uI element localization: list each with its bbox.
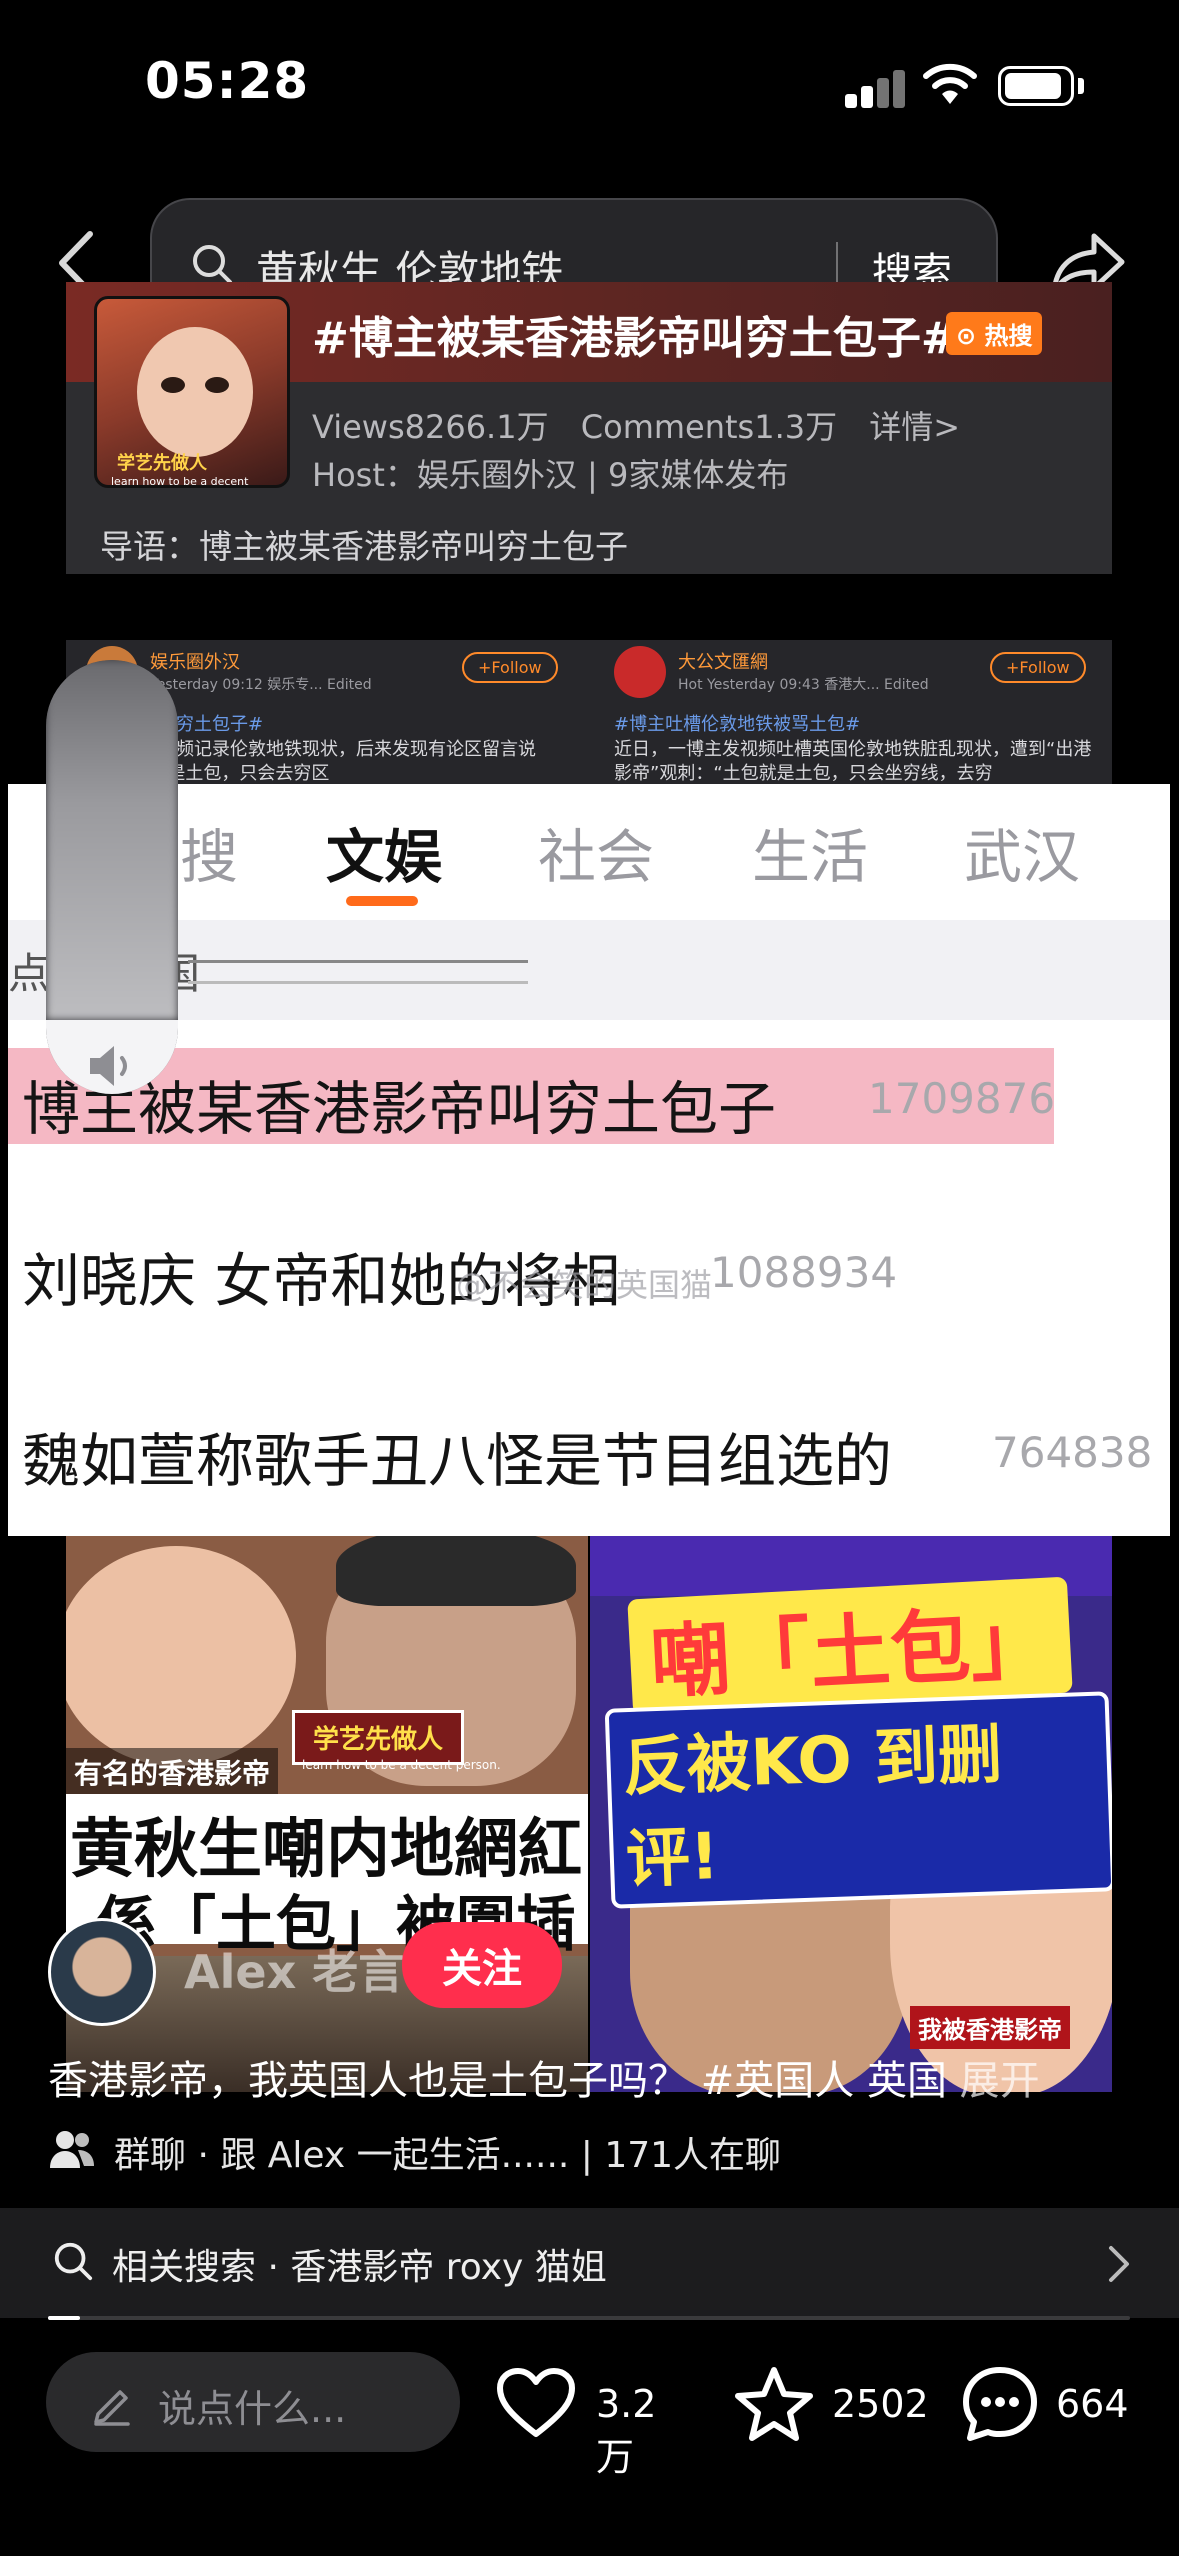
topic-host: Host：娱乐圈外汉 | 9家媒体发布	[312, 456, 789, 494]
group-icon	[50, 2131, 94, 2168]
author-avatar[interactable]	[48, 1918, 156, 2026]
trend-row[interactable]: 刘晓庆 女帝和她的将相 1088934	[8, 1234, 1170, 1394]
tab-entertainment[interactable]: 文娱	[326, 810, 442, 894]
related-search-text: 相关搜索 · 香港影帝 roxy 猫姐	[112, 2247, 607, 2288]
comment-input[interactable]: 说点什么...	[46, 2352, 460, 2452]
like-count: 3.2万	[596, 2382, 657, 2479]
comment-placeholder: 说点什么...	[158, 2387, 347, 2431]
star-icon	[735, 2367, 813, 2441]
pen-icon	[94, 2390, 130, 2426]
watermark: @不会笑的英国猫	[456, 1266, 713, 1304]
comment-icon	[963, 2367, 1037, 2441]
wifi-icon	[923, 63, 977, 104]
topic-card[interactable]: 学艺先做人 learn how to be a decent person #博…	[66, 282, 1112, 574]
like-button[interactable]: 3.2万	[496, 2362, 686, 2479]
post-card[interactable]: 大公文匯網 Hot Yesterday 09:43 香港大... Edited …	[594, 640, 1112, 790]
video-thumbnail-right: 嘲「土包」 反被KO 到删评! 我被香港影帝	[590, 1536, 1112, 2092]
author-name[interactable]: Alex 老言	[184, 1936, 404, 2002]
tab-hot-search[interactable]: 搜	[180, 810, 238, 894]
trend-count: 1709876	[868, 1074, 1056, 1123]
group-chat-text: 群聊 · 跟 Alex 一起生活...... | 171人在聊	[114, 2135, 782, 2176]
tab-society[interactable]: 社会	[538, 810, 654, 894]
favorite-count: 2502	[832, 2382, 929, 2426]
avatar	[614, 646, 666, 698]
topic-title: #博主被某香港影帝叫穷土包子#	[312, 313, 958, 364]
topic-comments: Comments1.3万	[580, 408, 838, 446]
topic-intro: 导语：博主被某香港影帝叫穷土包子	[100, 527, 628, 566]
heart-icon	[497, 2368, 575, 2437]
topic-thumbnail: 学艺先做人 learn how to be a decent person	[94, 296, 290, 488]
favorite-button[interactable]: 2502	[734, 2362, 944, 2446]
volume-icon	[90, 1046, 127, 1086]
follow-author-button[interactable]: 关注	[402, 1922, 562, 2008]
video-thumbnail-left: 学艺先做人 有名的香港影帝 黄秋生嘲内地網紅 係「土包」被圍插 learn ho…	[66, 1536, 588, 2092]
battery-icon	[998, 66, 1074, 106]
follow-button[interactable]: +Follow	[462, 652, 558, 683]
expand-caption-link[interactable]: 展开	[960, 2058, 1040, 2104]
topic-stats: Views8266.1万 Comments1.3万 详情>	[312, 402, 982, 448]
trend-header: 点 国	[8, 920, 1170, 1020]
search-icon	[193, 245, 232, 284]
active-tab-indicator	[346, 896, 418, 906]
group-chat-row[interactable]: 群聊 · 跟 Alex 一起生活...... | 171人在聊	[48, 2122, 1148, 2182]
tab-life[interactable]: 生活	[752, 810, 868, 894]
comment-button[interactable]: 664	[960, 2362, 1160, 2446]
trend-title: 魏如萱称歌手丑八怪是节目组选的	[22, 1427, 893, 1495]
video-progress-fill	[48, 2316, 80, 2320]
status-bar: 05:28	[0, 0, 1179, 170]
trend-count: 764838	[992, 1428, 1153, 1477]
status-time: 05:28	[145, 52, 310, 110]
signal-icon	[845, 70, 907, 108]
hot-badge: ⊙ 热搜	[946, 312, 1043, 355]
comment-count: 664	[1056, 2382, 1129, 2426]
follow-button[interactable]: +Follow	[990, 652, 1086, 683]
trend-count: 1088934	[710, 1248, 898, 1297]
related-search-bar[interactable]: 相关搜索 · 香港影帝 roxy 猫姐	[0, 2208, 1179, 2318]
volume-slider[interactable]	[46, 660, 178, 1094]
topic-details-link[interactable]: 详情>	[869, 408, 960, 446]
post-strip: 娱乐圈外汉 Yesterday 09:12 娱乐专... Edited +Fol…	[66, 640, 1112, 790]
search-icon	[54, 2242, 93, 2281]
trending-panel: 搜 文娱 社会 生活 武汉 点 国 博主被某香港影帝叫穷土包子 1709876 …	[8, 784, 1170, 1536]
topic-views: Views8266.1万	[312, 408, 549, 446]
tab-wuhan[interactable]: 武汉	[964, 810, 1080, 894]
trend-row[interactable]: 博主被某香港影帝叫穷土包子 1709876	[8, 1048, 1170, 1208]
chevron-right-icon	[1109, 2246, 1129, 2282]
video-caption[interactable]: 香港影帝，我英国人也是土包子吗？ #英国人 英国 展开	[48, 2048, 1040, 2106]
video-progress-track[interactable]	[48, 2316, 1130, 2320]
